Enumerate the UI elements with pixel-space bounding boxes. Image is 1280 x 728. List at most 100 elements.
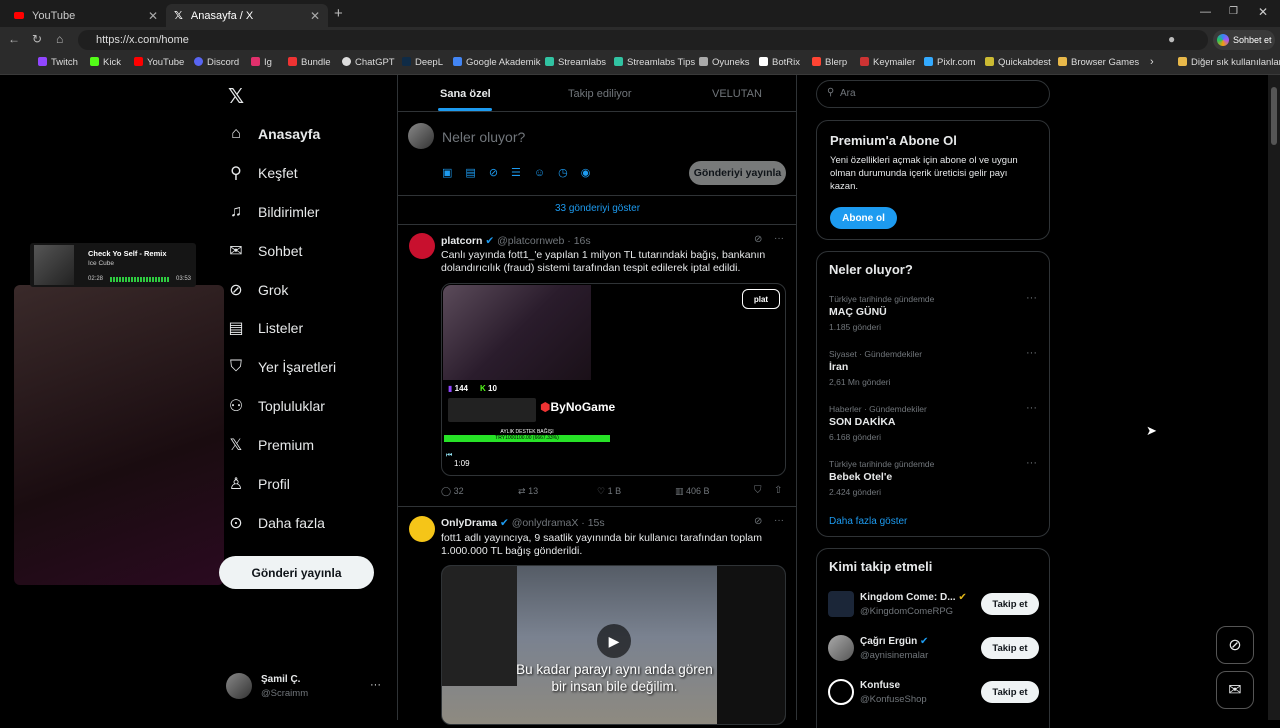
more-icon[interactable]: ··· xyxy=(1026,292,1037,304)
tweet-avatar[interactable] xyxy=(409,516,435,542)
image-icon[interactable]: ▣ xyxy=(442,167,465,179)
subscribe-button[interactable]: Abone ol xyxy=(830,207,897,229)
bookmark-other[interactable]: Diğer sık kullanılanlar xyxy=(1178,57,1280,68)
composer-post-button[interactable]: Gönderiyi yayınla xyxy=(689,161,786,185)
grok-fab[interactable]: ⊘ xyxy=(1216,626,1254,664)
gif-icon[interactable]: ▤ xyxy=(465,167,488,179)
bookmark-botrix[interactable]: BotRix xyxy=(759,57,800,68)
bookmark-twitch[interactable]: Twitch xyxy=(38,57,78,68)
views-button[interactable]: ▥ 406 B xyxy=(675,486,710,497)
copilot-chat-button[interactable]: Sohbet et xyxy=(1213,30,1275,50)
follow-button[interactable]: Takip et xyxy=(981,681,1039,703)
emoji-icon[interactable]: ☺ xyxy=(534,167,558,179)
show-new-posts-link[interactable]: 33 gönderiyi göster xyxy=(398,203,797,214)
bookmark-discord[interactable]: Discord xyxy=(194,57,239,68)
trends-show-more-link[interactable]: Daha fazla göster xyxy=(829,516,907,527)
bookmark-deepl[interactable]: DeepL xyxy=(402,57,443,68)
sidebar-item-premium[interactable]: 𝕏 Premium xyxy=(226,433,314,457)
minimize-button[interactable]: — xyxy=(1200,6,1211,18)
bookmark-streamlabs[interactable]: Streamlabs xyxy=(545,57,606,68)
suggestion-avatar[interactable] xyxy=(828,591,854,617)
more-icon[interactable]: ··· xyxy=(774,515,784,526)
tweet-author[interactable]: platcorn xyxy=(441,235,482,247)
account-menu-icon[interactable]: ··· xyxy=(370,679,381,691)
window-close-button[interactable]: ✕ xyxy=(1258,5,1268,19)
sidebar-item-bookmarks[interactable]: ⛉ Yer İşaretleri xyxy=(226,355,336,379)
bookmark-ig[interactable]: Ig xyxy=(251,57,272,68)
bookmark-bundle[interactable]: Bundle xyxy=(288,57,331,68)
tab-youtube[interactable]: YouTube ✕ xyxy=(6,4,166,27)
tab-x-home[interactable]: 𝕏 Anasayfa / X ✕ xyxy=(166,4,328,27)
sidebar-item-notifications[interactable]: ♫ Bildirimler xyxy=(226,200,319,224)
follow-button[interactable]: Takip et xyxy=(981,637,1039,659)
suggestion-avatar[interactable] xyxy=(828,635,854,661)
tweet-video[interactable]: ▶ Bu kadar parayı aynı anda gören bir in… xyxy=(441,565,786,725)
sidebar-item-explore[interactable]: ⚲ Keşfet xyxy=(226,161,298,185)
bookmark-youtube[interactable]: YouTube xyxy=(134,57,184,68)
home-icon[interactable]: ⌂ xyxy=(56,32,63,46)
bookmark-streamlabs-tips[interactable]: Streamlabs Tips xyxy=(614,57,695,68)
more-icon[interactable]: ··· xyxy=(1026,457,1037,469)
skip-back-icon[interactable]: ⏮ xyxy=(446,452,452,460)
tweet-handle[interactable]: @onlydramaX xyxy=(512,517,579,529)
location-icon[interactable]: ◉ xyxy=(581,167,604,179)
bookmark-kick[interactable]: Kick xyxy=(90,57,121,68)
search-input[interactable]: ⚲ Ara xyxy=(816,80,1050,108)
chevron-right-icon[interactable]: › xyxy=(1150,56,1154,68)
page-scrollbar[interactable] xyxy=(1268,75,1280,720)
bookmark-google-akademik[interactable]: Google Akademik xyxy=(453,57,540,68)
sidebar-item-communities[interactable]: ⚇ Topluluklar xyxy=(226,394,325,418)
back-icon[interactable]: ← xyxy=(8,32,20,46)
grok-icon[interactable]: ⊘ xyxy=(754,234,762,245)
composer-input[interactable]: Neler oluyor? xyxy=(442,129,525,145)
bookmark-keymailer[interactable]: Keymailer xyxy=(860,57,915,68)
bookmark-chatgpt[interactable]: ChatGPT xyxy=(342,57,395,68)
x-logo-icon[interactable]: 𝕏 xyxy=(228,84,244,109)
tab-following[interactable]: Takip ediliyor xyxy=(568,88,632,100)
tweet-avatar[interactable] xyxy=(409,233,435,259)
tab-for-you[interactable]: Sana özel xyxy=(440,88,491,100)
profile-icon[interactable]: ● xyxy=(1168,32,1175,46)
close-icon[interactable]: ✕ xyxy=(310,9,320,23)
sidebar-item-profile[interactable]: ♙ Profil xyxy=(226,472,290,496)
suggestion-avatar[interactable] xyxy=(828,679,854,705)
more-icon[interactable]: ··· xyxy=(774,233,784,244)
tweet-time[interactable]: 15s xyxy=(588,517,605,529)
new-tab-button[interactable]: + xyxy=(334,5,343,22)
scrollbar-thumb[interactable] xyxy=(1271,87,1277,145)
reply-button[interactable]: ◯ 32 xyxy=(441,486,464,497)
poll-icon[interactable]: ☰ xyxy=(511,167,534,179)
more-icon[interactable]: ··· xyxy=(1026,347,1037,359)
close-icon[interactable]: ✕ xyxy=(148,9,158,23)
messages-fab[interactable]: ✉ xyxy=(1216,671,1254,709)
more-icon[interactable]: ··· xyxy=(1026,402,1037,414)
sidebar-item-grok[interactable]: ⊘ Grok xyxy=(226,278,288,302)
grok-icon[interactable]: ⊘ xyxy=(754,516,762,527)
bookmark-quickabdest[interactable]: Quickabdest xyxy=(985,57,1051,68)
schedule-icon[interactable]: ◷ xyxy=(558,167,581,179)
user-avatar[interactable] xyxy=(226,673,252,699)
sidebar-item-more[interactable]: ⊙ Daha fazla xyxy=(226,511,325,535)
tweet-author[interactable]: OnlyDrama xyxy=(441,517,497,529)
sidebar-item-home[interactable]: ⌂ Anasayfa xyxy=(226,122,320,146)
play-icon[interactable]: ▶ xyxy=(597,624,631,658)
tweet-video[interactable]: plat ▮ 144 K 10 ⬢ByNoGame AYLIK DESTEK B… xyxy=(441,283,786,476)
tweet-time[interactable]: 16s xyxy=(574,235,591,247)
refresh-icon[interactable]: ↻ xyxy=(32,32,42,46)
grok-icon[interactable]: ⊘ xyxy=(489,167,511,179)
bookmark-browser-games[interactable]: Browser Games xyxy=(1058,57,1139,68)
tweet-handle[interactable]: @platcornweb xyxy=(497,235,564,247)
bookmark-oyuneks[interactable]: Oyuneks xyxy=(699,57,750,68)
follow-button[interactable]: Takip et xyxy=(981,593,1039,615)
share-icon[interactable]: ⇧ xyxy=(774,485,782,496)
sidebar-post-button[interactable]: Gönderi yayınla xyxy=(219,556,374,589)
sidebar-item-lists[interactable]: ▤ Listeler xyxy=(226,316,303,340)
retweet-button[interactable]: ⇄ 13 xyxy=(518,486,538,497)
like-button[interactable]: ♡ 1 B xyxy=(597,486,621,497)
bookmark-blerp[interactable]: Blerp xyxy=(812,57,847,68)
maximize-button[interactable]: ❐ xyxy=(1229,6,1238,17)
tab-velutan[interactable]: VELUTAN xyxy=(712,88,762,100)
sidebar-item-chat[interactable]: ✉ Sohbet xyxy=(226,239,302,263)
bookmark-pixlr[interactable]: Pixlr.com xyxy=(924,57,976,68)
url-input[interactable]: https://x.com/home xyxy=(78,30,1208,50)
